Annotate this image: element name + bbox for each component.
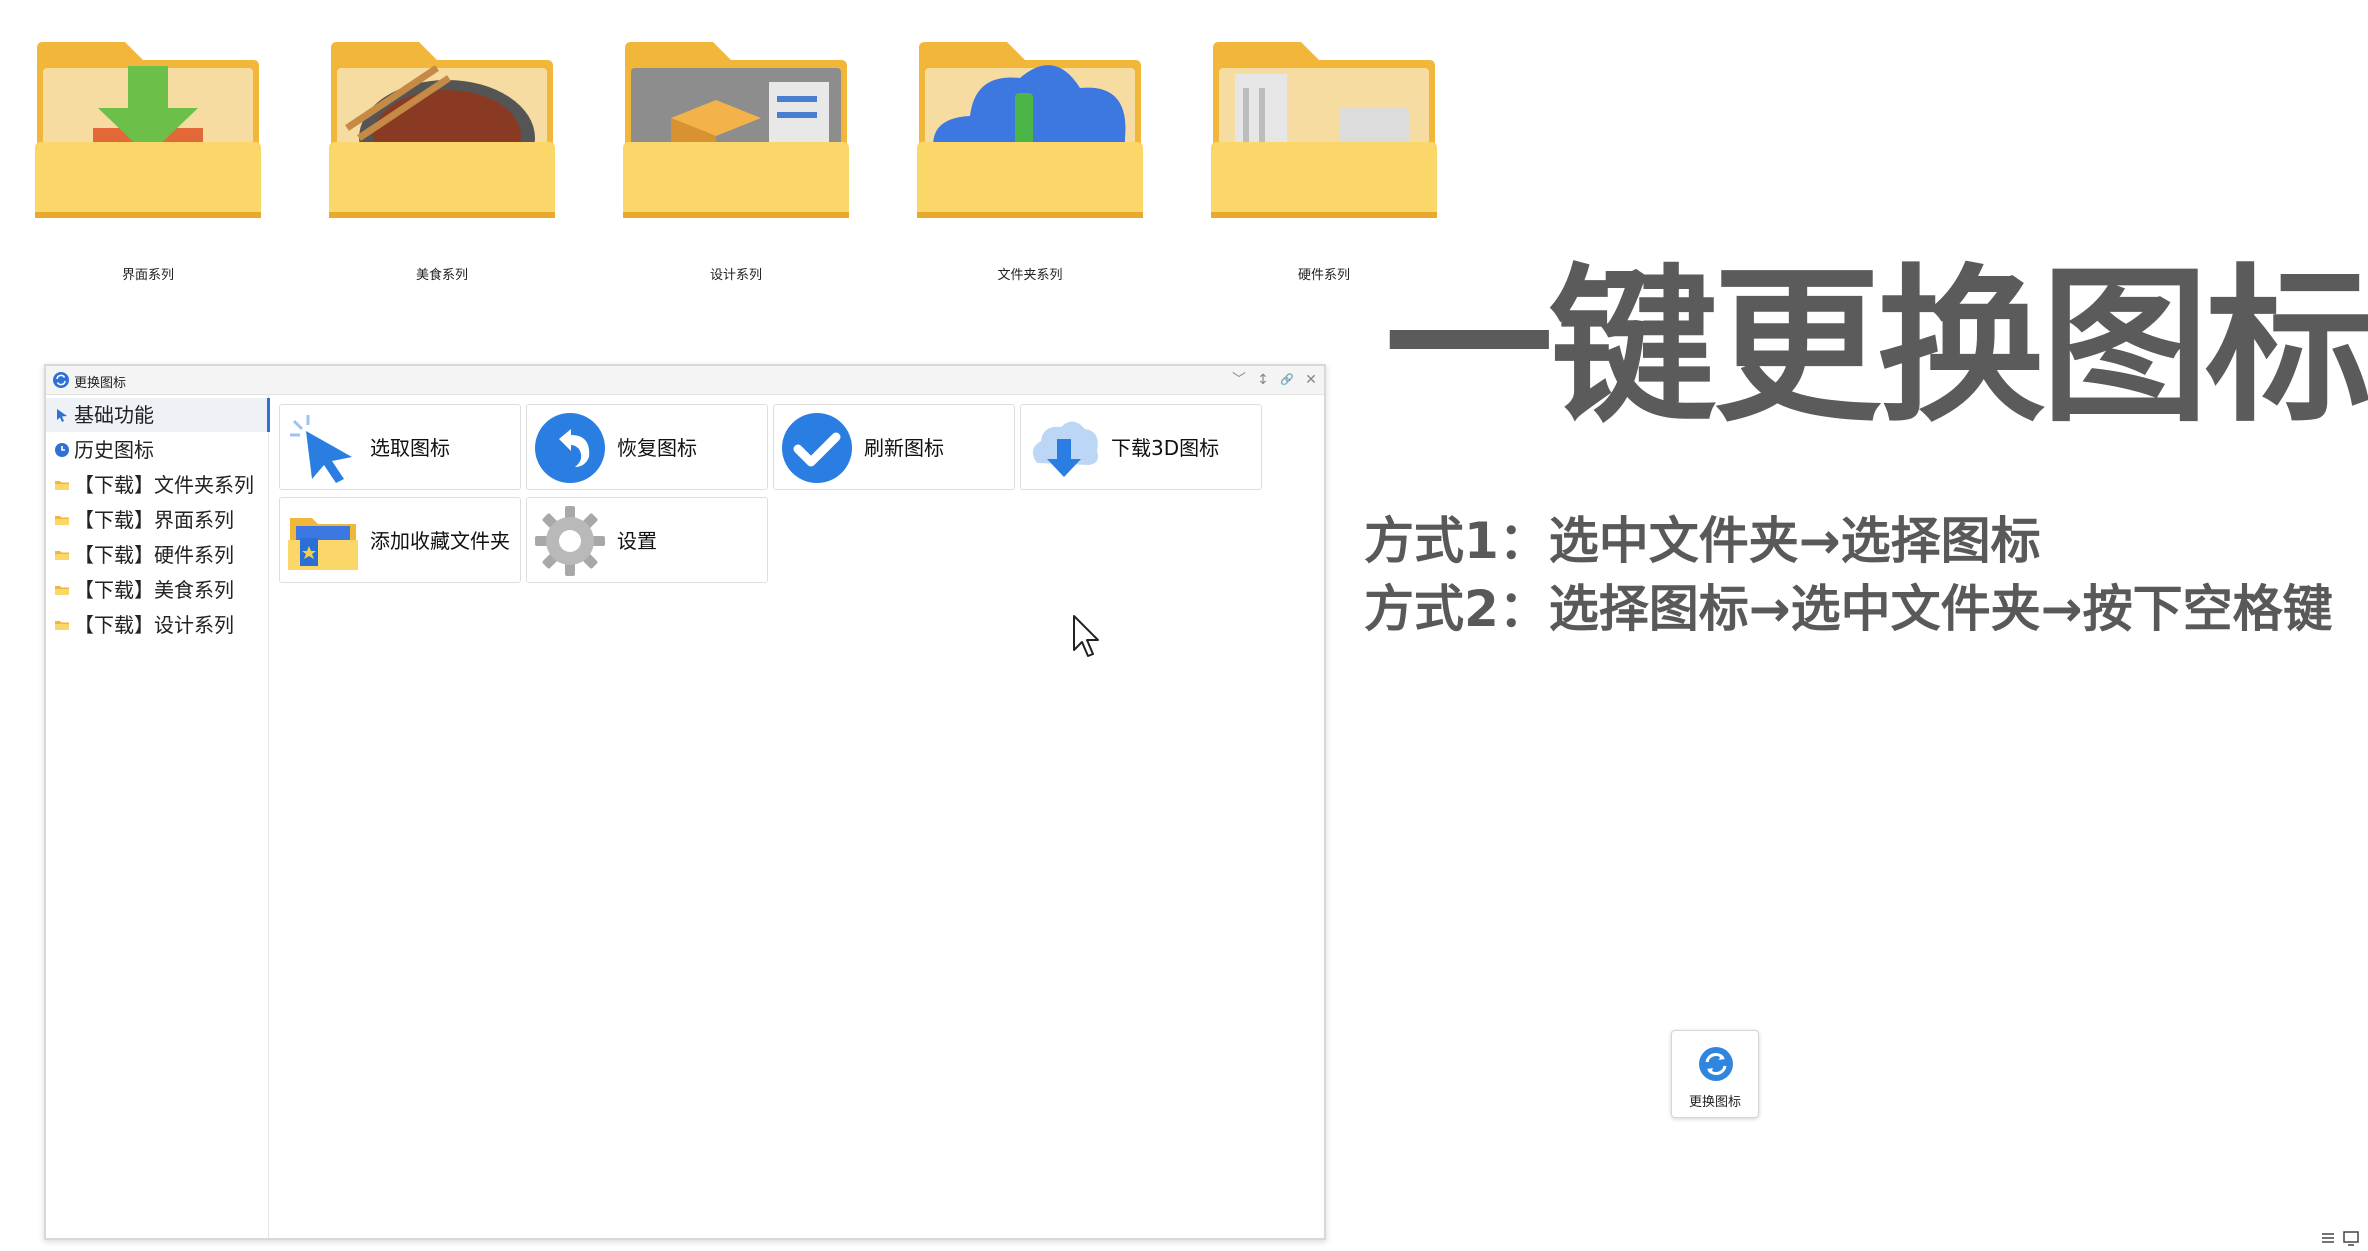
close-icon[interactable]: ✕ bbox=[1300, 368, 1322, 392]
method-2-text: 方式2：选择图标→选中文件夹→按下空格键 bbox=[1364, 580, 2333, 638]
tile-label: 添加收藏文件夹 bbox=[370, 529, 510, 553]
title-bar[interactable]: 更换图标 ﹀ ↕ 🔗 ✕ bbox=[46, 366, 1324, 395]
pointer-icon bbox=[57, 409, 67, 422]
undo-icon bbox=[535, 413, 605, 483]
sidebar-item-download-food[interactable]: 【下载】美食系列 bbox=[46, 573, 268, 607]
sidebar-item-download-hardware[interactable]: 【下载】硬件系列 bbox=[46, 538, 268, 572]
settings-button[interactable]: 设置 bbox=[526, 497, 768, 583]
sidebar-item-label: 【下载】美食系列 bbox=[74, 578, 234, 602]
sidebar-item-label: 历史图标 bbox=[74, 438, 154, 462]
sidebar-item-label: 【下载】界面系列 bbox=[74, 508, 234, 532]
desktop-folder-folder[interactable]: 文件夹系列 bbox=[915, 38, 1145, 288]
system-tray bbox=[2318, 1229, 2362, 1247]
resize-icon[interactable]: ↕ bbox=[1252, 368, 1274, 392]
refresh-icon bbox=[1699, 1047, 1733, 1081]
window-title: 更换图标 bbox=[74, 376, 127, 391]
tray-menu-icon[interactable] bbox=[2318, 1229, 2362, 1247]
tile-label: 选取图标 bbox=[370, 436, 450, 460]
change-icon-widget[interactable]: 更换图标 bbox=[1671, 1030, 1759, 1118]
desktop-folders: 界面系列 美食系列 设计系列 文件夹系列 硬件系列 bbox=[0, 0, 1460, 300]
sidebar-item-basic[interactable]: 基础功能 bbox=[46, 398, 270, 432]
clock-icon bbox=[55, 443, 69, 457]
folder-icon bbox=[55, 621, 69, 630]
sidebar-item-label: 基础功能 bbox=[74, 403, 154, 427]
sidebar-item-download-folder[interactable]: 【下载】文件夹系列 bbox=[46, 468, 268, 502]
folder-icon bbox=[55, 481, 69, 490]
pick-icon-button[interactable]: 选取图标 bbox=[279, 404, 521, 490]
tile-label: 下载3D图标 bbox=[1111, 436, 1220, 460]
folder-label: 界面系列 bbox=[121, 268, 174, 283]
check-icon bbox=[782, 413, 852, 483]
mouse-cursor-icon bbox=[1073, 615, 1099, 657]
restore-icon-button[interactable]: 恢复图标 bbox=[526, 404, 768, 490]
sidebar-item-history[interactable]: 历史图标 bbox=[46, 433, 268, 467]
folder-icon bbox=[55, 551, 69, 560]
change-icon-window: 更换图标 ﹀ ↕ 🔗 ✕ 基础功能 历史图标 【下载】文件夹系列 【下载】界面系… bbox=[44, 364, 1326, 1240]
folder-food-icon bbox=[329, 42, 555, 218]
tile-label: 恢复图标 bbox=[617, 436, 697, 460]
cursor-pick-icon bbox=[290, 415, 352, 483]
add-favorite-folder-button[interactable]: 添加收藏文件夹 bbox=[279, 497, 521, 583]
desktop-folder-food[interactable]: 美食系列 bbox=[327, 38, 557, 288]
app-refresh-icon bbox=[53, 372, 69, 388]
favorite-folder-icon bbox=[288, 518, 358, 570]
sidebar-item-download-ui[interactable]: 【下载】界面系列 bbox=[46, 503, 268, 537]
folder-download-icon bbox=[35, 42, 261, 218]
sidebar-item-label: 【下载】文件夹系列 bbox=[74, 473, 254, 497]
sidebar: 基础功能 历史图标 【下载】文件夹系列 【下载】界面系列 【下载】硬件系列 【下… bbox=[46, 394, 270, 1238]
gear-icon bbox=[535, 506, 605, 576]
sidebar-item-download-design[interactable]: 【下载】设计系列 bbox=[46, 608, 268, 642]
folder-design-icon bbox=[623, 42, 849, 218]
method-1-text: 方式1：选中文件夹→选择图标 bbox=[1364, 512, 2041, 570]
pin-link-icon[interactable]: 🔗 bbox=[1276, 368, 1298, 392]
widget-label: 更换图标 bbox=[1688, 1095, 1741, 1110]
sidebar-item-label: 【下载】硬件系列 bbox=[74, 543, 234, 567]
folder-label: 美食系列 bbox=[415, 268, 468, 283]
folder-hardware-icon bbox=[1211, 42, 1437, 218]
folder-label: 文件夹系列 bbox=[997, 268, 1063, 283]
headline: 一键更换图标 bbox=[1385, 249, 2368, 445]
folder-icon bbox=[55, 516, 69, 525]
folder-icon bbox=[55, 586, 69, 595]
desktop-folder-ui[interactable]: 界面系列 bbox=[33, 38, 263, 288]
tile-label: 刷新图标 bbox=[864, 436, 944, 460]
cloud-download-icon bbox=[1032, 421, 1098, 477]
folder-label: 设计系列 bbox=[709, 268, 762, 283]
refresh-icon-button[interactable]: 刷新图标 bbox=[773, 404, 1015, 490]
tile-label: 设置 bbox=[617, 529, 657, 553]
desktop-folder-design[interactable]: 设计系列 bbox=[621, 38, 851, 288]
download-3d-icon-button[interactable]: 下载3D图标 bbox=[1020, 404, 1262, 490]
folder-cloud-icon bbox=[917, 42, 1143, 218]
collapse-icon[interactable]: ﹀ bbox=[1228, 368, 1250, 392]
sidebar-item-label: 【下载】设计系列 bbox=[74, 613, 234, 637]
